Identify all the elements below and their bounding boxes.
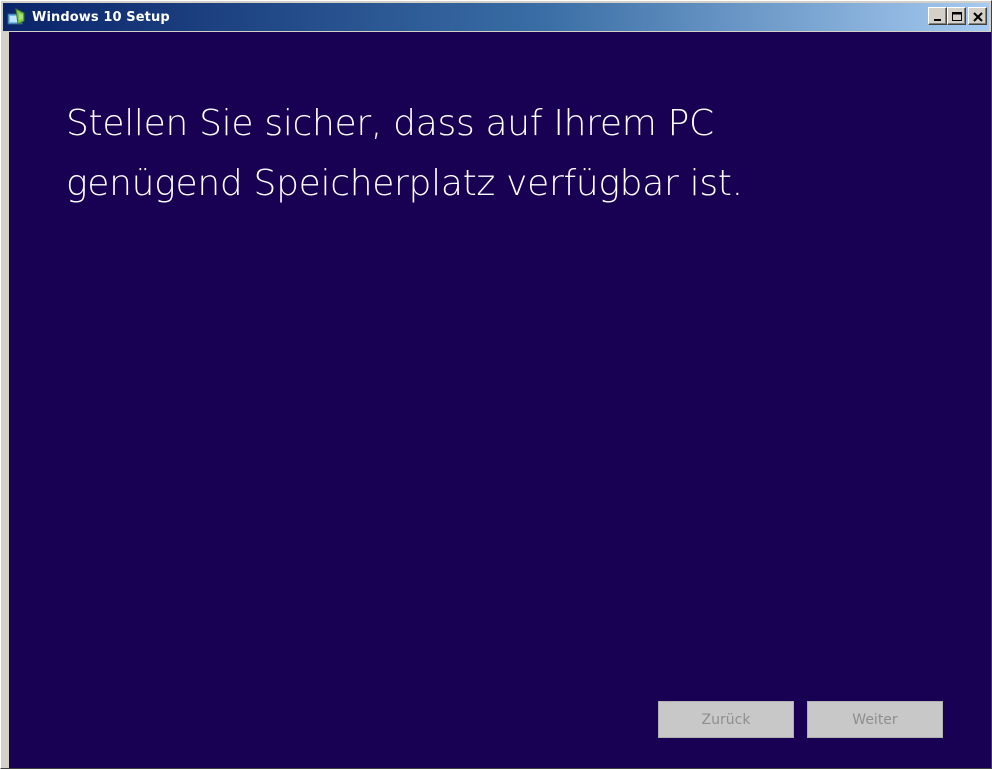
back-button[interactable]: Zurück xyxy=(658,701,794,738)
title-controls xyxy=(928,7,987,25)
heading-line-1: Stellen Sie sicher, dass auf Ihrem PC xyxy=(66,103,714,144)
windows-setup-icon xyxy=(7,8,27,26)
window-title: Windows 10 Setup xyxy=(32,9,170,25)
minimize-button[interactable] xyxy=(928,7,947,25)
title-bar[interactable]: Windows 10 Setup xyxy=(3,3,989,31)
page-heading: Stellen Sie sicher, dass auf Ihrem PC ge… xyxy=(66,94,946,214)
maximize-button[interactable] xyxy=(947,7,966,25)
setup-window: Windows 10 Setup Stellen Sie sicher, das… xyxy=(0,0,992,769)
heading-line-2: genügend Speicherplatz verfügbar ist. xyxy=(66,163,743,204)
next-button[interactable]: Weiter xyxy=(807,701,943,738)
setup-content: Stellen Sie sicher, dass auf Ihrem PC ge… xyxy=(9,32,991,768)
close-button[interactable] xyxy=(968,7,987,25)
